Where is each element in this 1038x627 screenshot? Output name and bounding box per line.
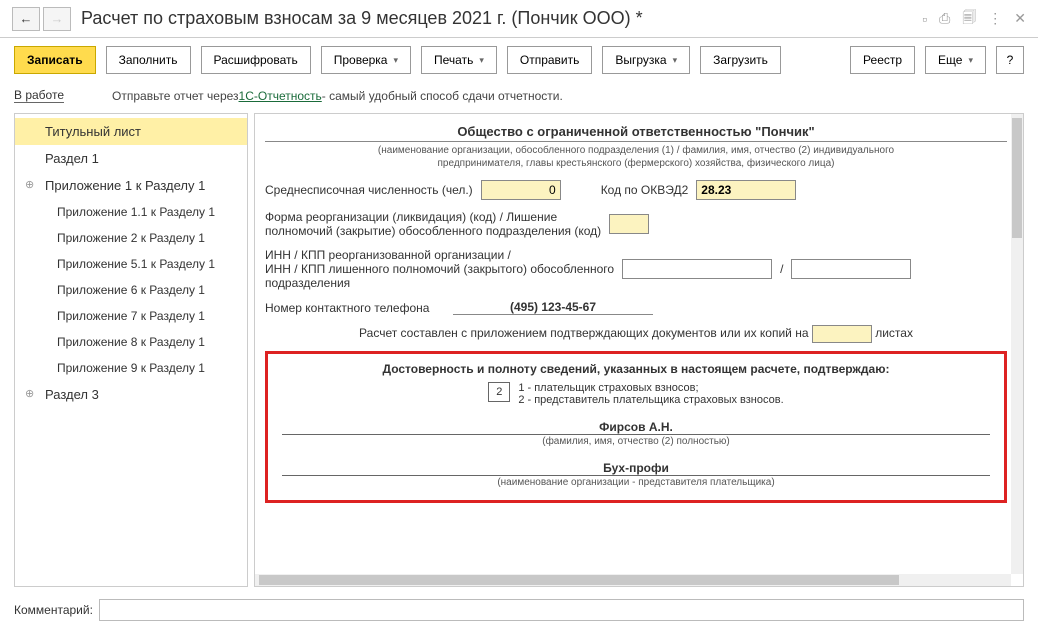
certification-block: Достоверность и полноту сведений, указан…: [265, 351, 1007, 503]
tree-item[interactable]: Приложение 5.1 к Разделу 1: [15, 251, 247, 277]
inn-input[interactable]: [622, 259, 772, 279]
more-dropdown[interactable]: Еще: [925, 46, 986, 74]
cert-fio-note: (фамилия, имя, отчество (2) полностью): [282, 436, 990, 447]
save-icon[interactable]: ▫: [922, 11, 927, 27]
tree-item[interactable]: Приложение 1.1 к Разделу 1: [15, 199, 247, 225]
menu-icon[interactable]: ⋮: [988, 10, 1002, 27]
registry-button[interactable]: Реестр: [850, 46, 915, 74]
reorg-label: Форма реорганизации (ликвидация) (код) /…: [265, 210, 601, 238]
cert-title: Достоверность и полноту сведений, указан…: [282, 362, 990, 376]
check-dropdown[interactable]: Проверка: [321, 46, 411, 74]
decrypt-button[interactable]: Расшифровать: [201, 46, 311, 74]
comment-input[interactable]: [99, 599, 1024, 621]
close-icon[interactable]: ✕: [1014, 10, 1026, 27]
tree-item[interactable]: ⊕ Приложение 1 к Разделу 1: [15, 172, 247, 199]
tree-item[interactable]: Раздел 1: [15, 145, 247, 172]
avg-count-input[interactable]: [481, 180, 561, 200]
tree-item-label: Приложение 9 к Разделу 1: [57, 361, 205, 375]
tree-item-label: Приложение 1.1 к Разделу 1: [57, 205, 215, 219]
avg-count-label: Среднесписочная численность (чел.): [265, 183, 473, 197]
tree-item-label: Приложение 8 к Разделу 1: [57, 335, 205, 349]
cert-fio[interactable]: Фирсов А.Н.: [282, 420, 990, 435]
org-name: Общество с ограниченной ответственностью…: [265, 124, 1007, 142]
tree-item-label: Приложение 2 к Разделу 1: [57, 231, 205, 245]
tree-item-label: Приложение 6 к Разделу 1: [57, 283, 205, 297]
nav-forward-button[interactable]: →: [43, 7, 71, 31]
fill-button[interactable]: Заполнить: [106, 46, 191, 74]
tree-item[interactable]: ⊕ Раздел 3: [15, 381, 247, 408]
tree-item-label: Раздел 3: [45, 387, 99, 402]
send-button[interactable]: Отправить: [507, 46, 593, 74]
window-title: Расчет по страховым взносам за 9 месяцев…: [81, 8, 922, 29]
tree-item-label: Раздел 1: [45, 151, 99, 166]
kpp-input[interactable]: [791, 259, 911, 279]
tree-item-label: Приложение 7 к Разделу 1: [57, 309, 205, 323]
form-panel: Общество с ограниченной ответственностью…: [254, 113, 1024, 587]
inn-kpp-separator: /: [780, 262, 783, 276]
help-button[interactable]: ?: [996, 46, 1024, 74]
status-link[interactable]: В работе: [14, 88, 64, 103]
nav-back-button[interactable]: ←: [12, 7, 40, 31]
tree-item[interactable]: Приложение 9 к Разделу 1: [15, 355, 247, 381]
docs-pages-input[interactable]: [812, 325, 872, 343]
okved-label: Код по ОКВЭД2: [601, 183, 689, 197]
cert-rep-note: (наименование организации - представител…: [282, 477, 990, 488]
status-hint-link[interactable]: 1С-Отчетность: [239, 89, 322, 103]
load-button[interactable]: Загрузить: [700, 46, 781, 74]
inn-kpp-label: ИНН / КПП реорганизованной организации /…: [265, 248, 614, 290]
status-hint-before: Отправьте отчет через: [112, 89, 239, 103]
tree-item[interactable]: Титульный лист: [15, 118, 247, 145]
print-dropdown[interactable]: Печать: [421, 46, 497, 74]
expand-icon[interactable]: ⊕: [25, 178, 34, 191]
print-icon[interactable]: ⎙: [939, 10, 950, 27]
cert-code-input[interactable]: 2: [488, 382, 510, 402]
okved-input[interactable]: [696, 180, 796, 200]
reorg-code-input[interactable]: [609, 214, 649, 234]
attach-icon[interactable]: 🗐: [962, 7, 976, 31]
cert-rep[interactable]: Бух-профи: [282, 461, 990, 476]
tree-item[interactable]: Приложение 2 к Разделу 1: [15, 225, 247, 251]
org-note: (наименование организации, обособленного…: [265, 144, 1007, 170]
section-tree[interactable]: Титульный лист Раздел 1 ⊕ Приложение 1 к Ра…: [14, 113, 248, 587]
horizontal-scrollbar[interactable]: [255, 574, 1011, 586]
docs-line: Расчет составлен с приложением подтвержд…: [265, 325, 1007, 343]
tree-item-label: Титульный лист: [45, 124, 141, 139]
comment-label: Комментарий:: [14, 603, 93, 617]
phone-label: Номер контактного телефона: [265, 301, 445, 315]
status-hint-after: - самый удобный способ сдачи отчетности.: [322, 89, 563, 103]
phone-value[interactable]: (495) 123-45-67: [453, 300, 653, 315]
tree-item-label: Приложение 5.1 к Разделу 1: [57, 257, 215, 271]
expand-icon[interactable]: ⊕: [25, 387, 34, 400]
tree-item[interactable]: Приложение 6 к Разделу 1: [15, 277, 247, 303]
upload-dropdown[interactable]: Выгрузка: [602, 46, 690, 74]
save-button[interactable]: Записать: [14, 46, 96, 74]
tree-item-label: Приложение 1 к Разделу 1: [45, 178, 205, 193]
cert-options: 1 - плательщик страховых взносов; 2 - пр…: [518, 382, 783, 406]
tree-item[interactable]: Приложение 8 к Разделу 1: [15, 329, 247, 355]
vertical-scrollbar[interactable]: [1011, 114, 1023, 574]
tree-item[interactable]: Приложение 7 к Разделу 1: [15, 303, 247, 329]
